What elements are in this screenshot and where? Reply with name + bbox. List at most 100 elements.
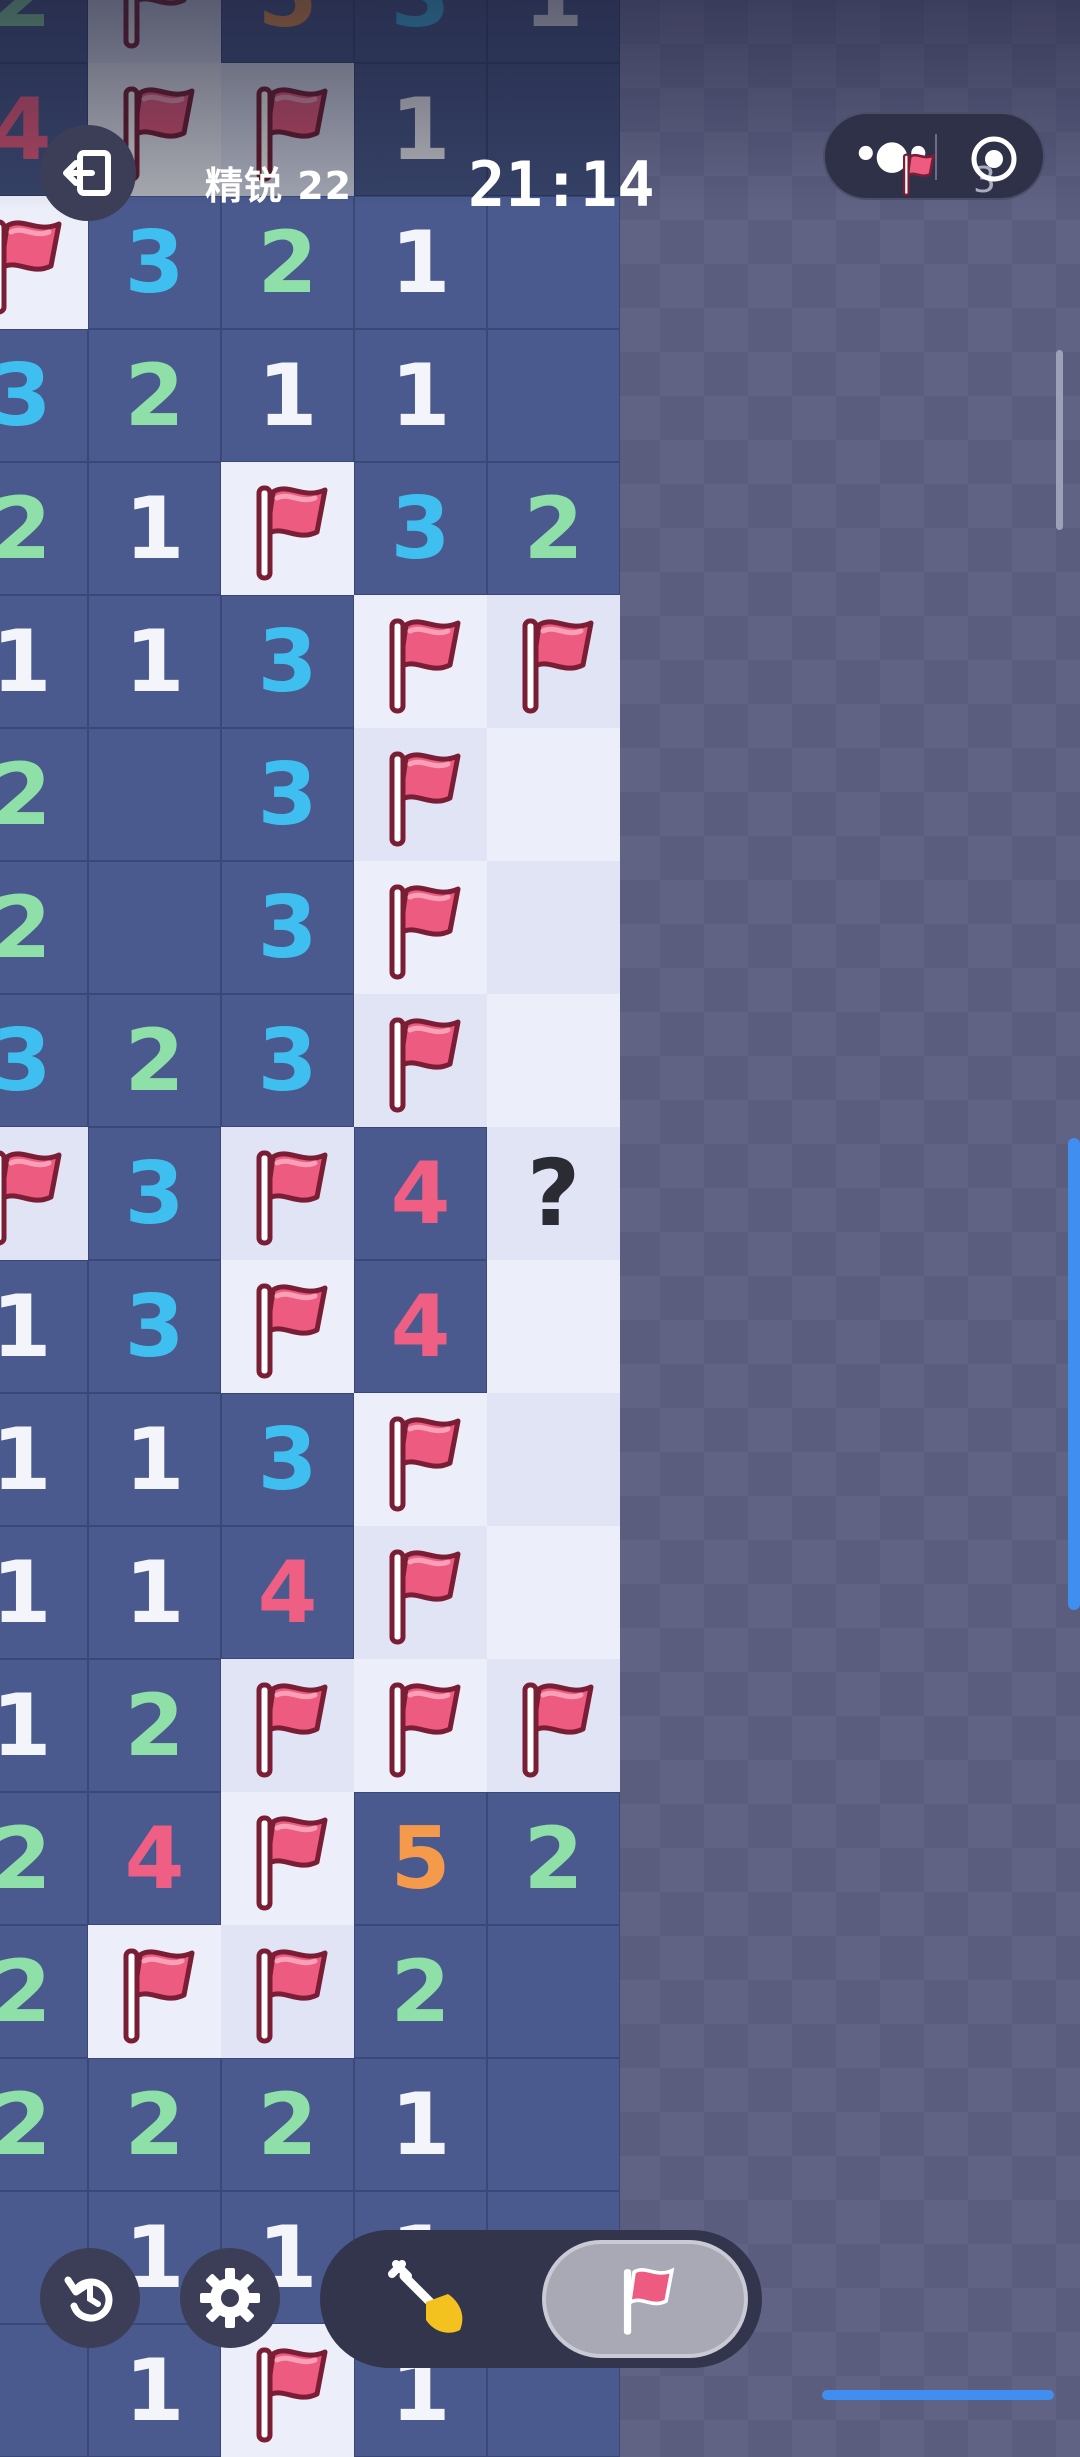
flag-icon	[256, 1682, 327, 1777]
flagged-cell[interactable]	[221, 1659, 354, 1792]
number-cell[interactable]: 1	[0, 595, 88, 728]
number-cell[interactable]: 2	[487, 462, 620, 595]
number-cell[interactable]: 1	[0, 1526, 88, 1659]
number-cell[interactable]: 1	[88, 1526, 221, 1659]
number-cell[interactable]: 1	[88, 595, 221, 728]
unrevealed-cell[interactable]	[487, 1260, 620, 1393]
target-icon[interactable]	[969, 134, 1019, 184]
number-cell[interactable]: 3	[88, 1127, 221, 1260]
mode-toggle[interactable]	[320, 2230, 762, 2368]
scrollbar-vertical-thumb[interactable]	[1056, 350, 1063, 530]
number-cell[interactable]: 1	[487, 0, 620, 63]
restart-icon	[64, 2276, 113, 2322]
number-cell[interactable]: 1	[0, 1260, 88, 1393]
flagged-cell[interactable]	[354, 1526, 487, 1659]
unrevealed-cell[interactable]	[487, 728, 620, 861]
number-cell[interactable]: 5	[354, 1792, 487, 1925]
number-cell[interactable]: 2	[88, 329, 221, 462]
flagged-cell[interactable]	[88, 0, 221, 63]
number-cell[interactable]: 3	[221, 728, 354, 861]
flagged-cell[interactable]	[221, 462, 354, 595]
number-cell[interactable]: 2	[487, 1792, 620, 1925]
flagged-cell[interactable]	[221, 1260, 354, 1393]
number-cell[interactable]: 2	[221, 2058, 354, 2191]
number-cell[interactable]: 2	[88, 994, 221, 1127]
restart-button[interactable]	[40, 2248, 140, 2348]
number-cell[interactable]: 1	[354, 329, 487, 462]
cell-number: 2	[0, 744, 52, 845]
number-cell[interactable]: 3	[221, 861, 354, 994]
unrevealed-cell[interactable]	[487, 994, 620, 1127]
empty-cell[interactable]	[88, 861, 221, 994]
number-cell[interactable]: 5	[221, 0, 354, 63]
number-cell[interactable]: 2	[354, 1925, 487, 2058]
number-cell[interactable]: 2	[0, 728, 88, 861]
flagged-cell[interactable]	[88, 1925, 221, 2058]
number-cell[interactable]: 2	[88, 2058, 221, 2191]
number-cell[interactable]: 4	[354, 1127, 487, 1260]
number-cell[interactable]: 4	[354, 1260, 487, 1393]
cell-number: 1	[390, 2074, 451, 2175]
number-cell[interactable]: 3	[221, 595, 354, 728]
number-cell[interactable]: 3	[0, 329, 88, 462]
dig-mode-button[interactable]	[342, 2244, 512, 2354]
empty-cell[interactable]	[88, 728, 221, 861]
number-cell[interactable]: 3	[221, 994, 354, 1127]
flagged-cell[interactable]	[354, 1393, 487, 1526]
flagged-cell[interactable]	[354, 1659, 487, 1792]
settings-button[interactable]	[180, 2248, 280, 2348]
number-cell[interactable]: 2	[0, 0, 88, 63]
number-cell[interactable]: 1	[0, 1659, 88, 1792]
cell-number: 3	[0, 1010, 52, 1111]
flag-icon	[123, 1948, 194, 2043]
scroll-indicator-side[interactable]	[1068, 1138, 1080, 1610]
flagged-cell[interactable]	[221, 1127, 354, 1260]
number-cell[interactable]: 2	[0, 861, 88, 994]
number-cell[interactable]: 3	[88, 1260, 221, 1393]
question-cell[interactable]: ?	[487, 1127, 620, 1260]
number-cell[interactable]: 2	[0, 1925, 88, 2058]
cell-number: 2	[0, 478, 52, 579]
number-cell[interactable]: 1	[0, 1393, 88, 1526]
flagged-cell[interactable]	[354, 595, 487, 728]
number-cell[interactable]: 4	[88, 1792, 221, 1925]
cell-number: 2	[124, 1010, 185, 1111]
number-cell[interactable]: 2	[0, 2058, 88, 2191]
flagged-cell[interactable]	[487, 1659, 620, 1792]
mini-program-capsule: •●• 3	[823, 112, 1045, 201]
flag-icon	[389, 1682, 460, 1777]
empty-cell[interactable]	[487, 2058, 620, 2191]
flagged-cell[interactable]	[354, 861, 487, 994]
number-cell[interactable]: 4	[221, 1526, 354, 1659]
number-cell[interactable]: 3	[354, 0, 487, 63]
number-cell[interactable]: 3	[221, 1393, 354, 1526]
unrevealed-cell[interactable]	[487, 1526, 620, 1659]
number-cell[interactable]: 2	[0, 1792, 88, 1925]
flagged-cell[interactable]	[354, 994, 487, 1127]
number-cell[interactable]: 1	[88, 462, 221, 595]
empty-cell[interactable]	[487, 329, 620, 462]
scroll-indicator-bottom[interactable]	[822, 2390, 1054, 2400]
flagged-cell[interactable]	[221, 1925, 354, 2058]
unrevealed-cell[interactable]	[487, 1393, 620, 1526]
number-cell[interactable]: 1	[221, 329, 354, 462]
flagged-cell[interactable]	[0, 1127, 88, 1260]
cell-number: 4	[390, 1276, 451, 1377]
number-cell[interactable]: 3	[0, 994, 88, 1127]
flagged-cell[interactable]	[221, 1792, 354, 1925]
number-cell[interactable]: 3	[354, 462, 487, 595]
number-cell[interactable]: 1	[88, 1393, 221, 1526]
question-mark: ?	[526, 1140, 581, 1247]
minesweeper-board[interactable]: 25314132132112132113232332334?1341131141…	[0, 0, 620, 2457]
number-cell[interactable]: 2	[0, 462, 88, 595]
exit-button[interactable]	[40, 125, 136, 221]
number-cell[interactable]: 2	[88, 1659, 221, 1792]
empty-cell[interactable]	[487, 1925, 620, 2058]
unrevealed-cell[interactable]	[487, 861, 620, 994]
flag-icon	[256, 1948, 327, 2043]
number-cell[interactable]: 2	[221, 196, 354, 329]
flagged-cell[interactable]	[487, 595, 620, 728]
flag-mode-button[interactable]	[542, 2240, 748, 2358]
flagged-cell[interactable]	[354, 728, 487, 861]
number-cell[interactable]: 1	[354, 2058, 487, 2191]
